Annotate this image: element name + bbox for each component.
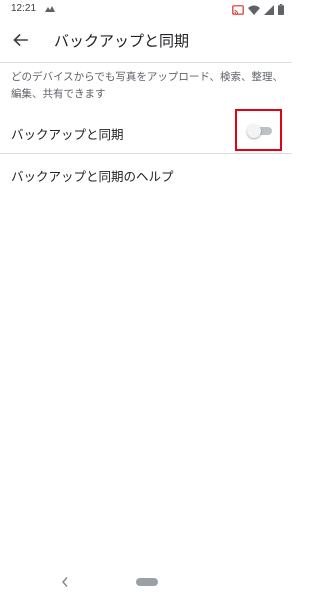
backup-sync-help-link[interactable]: バックアップと同期のヘルプ bbox=[0, 157, 292, 193]
cast-icon bbox=[232, 4, 244, 15]
status-icons bbox=[232, 4, 284, 15]
toggle-thumb bbox=[247, 124, 261, 138]
description-text: どのデバイスからでも写真をアップロード、検索、整理、編集、共有できます bbox=[11, 71, 283, 100]
status-time: 12:21 bbox=[11, 3, 37, 14]
home-pill-icon[interactable] bbox=[136, 578, 158, 586]
app-bar: バックアップと同期 bbox=[0, 20, 292, 60]
notification-app-icon bbox=[45, 6, 55, 12]
row-divider bbox=[0, 153, 292, 154]
cell-signal-icon bbox=[264, 4, 274, 15]
status-bar: 12:21 bbox=[0, 0, 292, 20]
nav-back-icon bbox=[62, 577, 68, 587]
backup-sync-toggle[interactable] bbox=[247, 124, 272, 138]
battery-icon bbox=[278, 4, 284, 15]
header-divider bbox=[0, 62, 292, 63]
back-button[interactable] bbox=[6, 26, 34, 54]
help-label: バックアップと同期のヘルプ bbox=[11, 169, 174, 184]
arrow-back-icon bbox=[13, 33, 28, 47]
nav-back-button[interactable] bbox=[58, 574, 72, 590]
screen: 12:21 バックアップと同期 どのデバイスからでも写真をアップロード、検索、整… bbox=[0, 0, 292, 600]
page-title: バックアップと同期 bbox=[54, 32, 190, 50]
backup-sync-label: バックアップと同期 bbox=[11, 127, 124, 142]
backup-sync-setting-row[interactable]: バックアップと同期 bbox=[0, 109, 292, 153]
wifi-icon bbox=[248, 5, 260, 15]
system-nav-bar bbox=[0, 564, 292, 600]
